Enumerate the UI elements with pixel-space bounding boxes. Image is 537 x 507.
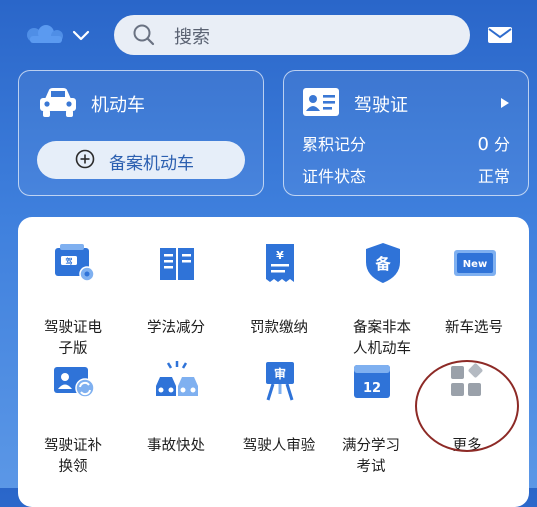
- service-label: 驾驶证补 换领: [44, 438, 102, 475]
- book-icon: [160, 248, 194, 280]
- service-new-plate[interactable]: New 新车选号: [424, 240, 524, 360]
- points-number: 0: [477, 134, 489, 155]
- svg-text:12: 12: [363, 381, 381, 396]
- service-accident[interactable]: 事故快处: [126, 358, 226, 478]
- service-pay-fine[interactable]: ¥ 罚款缴纳: [229, 240, 329, 360]
- service-label: 罚款缴纳: [250, 320, 308, 336]
- license-card[interactable]: 驾驶证 累积记分 0 分 证件状态 正常: [283, 70, 529, 196]
- service-record-other-vehicle[interactable]: 备 备案非本 人机动车: [332, 240, 432, 360]
- service-driver-review[interactable]: 审 驾驶人审验: [229, 358, 329, 478]
- svg-text:¥: ¥: [276, 249, 284, 262]
- search-input[interactable]: 搜索: [114, 15, 470, 55]
- svg-text:New: New: [463, 259, 487, 270]
- driver-review-icon: 审: [266, 362, 294, 401]
- svg-text:备: 备: [374, 255, 391, 273]
- top-bar: 搜索: [0, 0, 537, 66]
- service-label: 新车选号: [445, 320, 503, 336]
- service-label: 驾驶证电 子版: [44, 320, 102, 357]
- app-logo-icon[interactable]: [24, 22, 66, 48]
- add-vehicle-label: 备案机动车: [109, 154, 194, 174]
- service-study-reduce[interactable]: 学法减分: [126, 240, 226, 360]
- add-circle-icon: [75, 149, 95, 169]
- license-card-icon: [303, 88, 339, 116]
- highlight-circle-annotation: [415, 360, 519, 452]
- service-label: 学法减分: [147, 320, 205, 336]
- service-label: 备案非本 人机动车: [353, 320, 411, 357]
- service-label: 满分学习 考试: [342, 438, 400, 475]
- license-card-title: 驾驶证: [354, 95, 408, 116]
- new-plate-icon: New: [454, 250, 496, 276]
- points-label: 累积记分: [302, 135, 367, 154]
- vehicle-card-title: 机动车: [91, 95, 145, 116]
- vehicle-card[interactable]: 机动车 备案机动车: [18, 70, 264, 196]
- points-unit: 分: [493, 135, 510, 154]
- chevron-down-icon[interactable]: [70, 24, 92, 46]
- accident-icon: [156, 361, 198, 396]
- license-renew-icon: [54, 367, 95, 398]
- service-label: 驾驶人审验: [242, 438, 316, 454]
- svg-text:驾: 驾: [65, 257, 73, 266]
- status-label: 证件状态: [302, 167, 367, 186]
- caret-right-icon[interactable]: [500, 97, 510, 109]
- points-value: 0 分: [477, 131, 510, 155]
- search-icon: [133, 24, 155, 46]
- service-e-license[interactable]: 驾 驾驶证电 子版: [23, 240, 123, 360]
- search-placeholder: 搜索: [174, 27, 210, 48]
- shield-record-icon: 备: [366, 243, 400, 283]
- add-vehicle-button[interactable]: 备案机动车: [37, 141, 245, 179]
- service-full-score-exam[interactable]: 12 满分学习 考试: [321, 358, 421, 478]
- status-value: 正常: [477, 167, 510, 186]
- car-icon: [40, 88, 76, 117]
- e-license-icon: 驾: [55, 244, 95, 282]
- service-label: 事故快处: [147, 438, 205, 454]
- mail-icon[interactable]: [486, 24, 514, 46]
- service-license-renew[interactable]: 驾驶证补 换领: [23, 358, 123, 478]
- fine-receipt-icon: ¥: [266, 244, 294, 282]
- calendar-exam-icon: 12: [354, 365, 390, 398]
- svg-text:审: 审: [274, 366, 286, 381]
